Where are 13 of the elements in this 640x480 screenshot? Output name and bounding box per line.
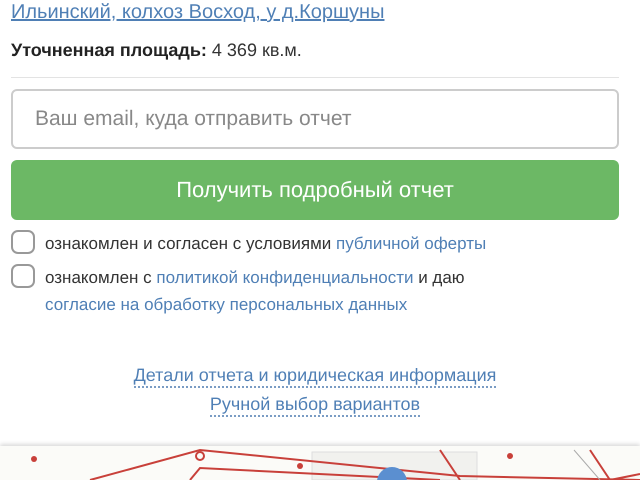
checkbox[interactable]	[11, 264, 35, 288]
consent-text: ознакомлен и согласен с условиями публичной оферты	[45, 233, 486, 255]
area-text: Уточненная площадь: 4 369 кв.м.	[11, 39, 303, 61]
email-field[interactable]: Ваш email, куда отправить отчет	[11, 89, 619, 149]
address-link[interactable]: Ильинский, колхоз Восход, у д.Коршуны	[11, 0, 384, 24]
consent-link[interactable]: согласие на обработку персональных данных	[45, 295, 408, 314]
info-link[interactable]: Детали отчета и юридическая информация	[134, 364, 496, 388]
consent-link[interactable]: политикой конфиденциальности	[156, 268, 414, 287]
consent-link[interactable]: публичной оферты	[336, 234, 486, 253]
info-link[interactable]: Ручной выбор вариантов	[210, 393, 420, 417]
consent-text: ознакомлен с политикой конфиденциальности и даю согласие на обработку персональных данных	[45, 267, 466, 316]
report-button[interactable]: Получить подробный отчет	[11, 160, 619, 220]
checkbox[interactable]	[11, 230, 35, 254]
